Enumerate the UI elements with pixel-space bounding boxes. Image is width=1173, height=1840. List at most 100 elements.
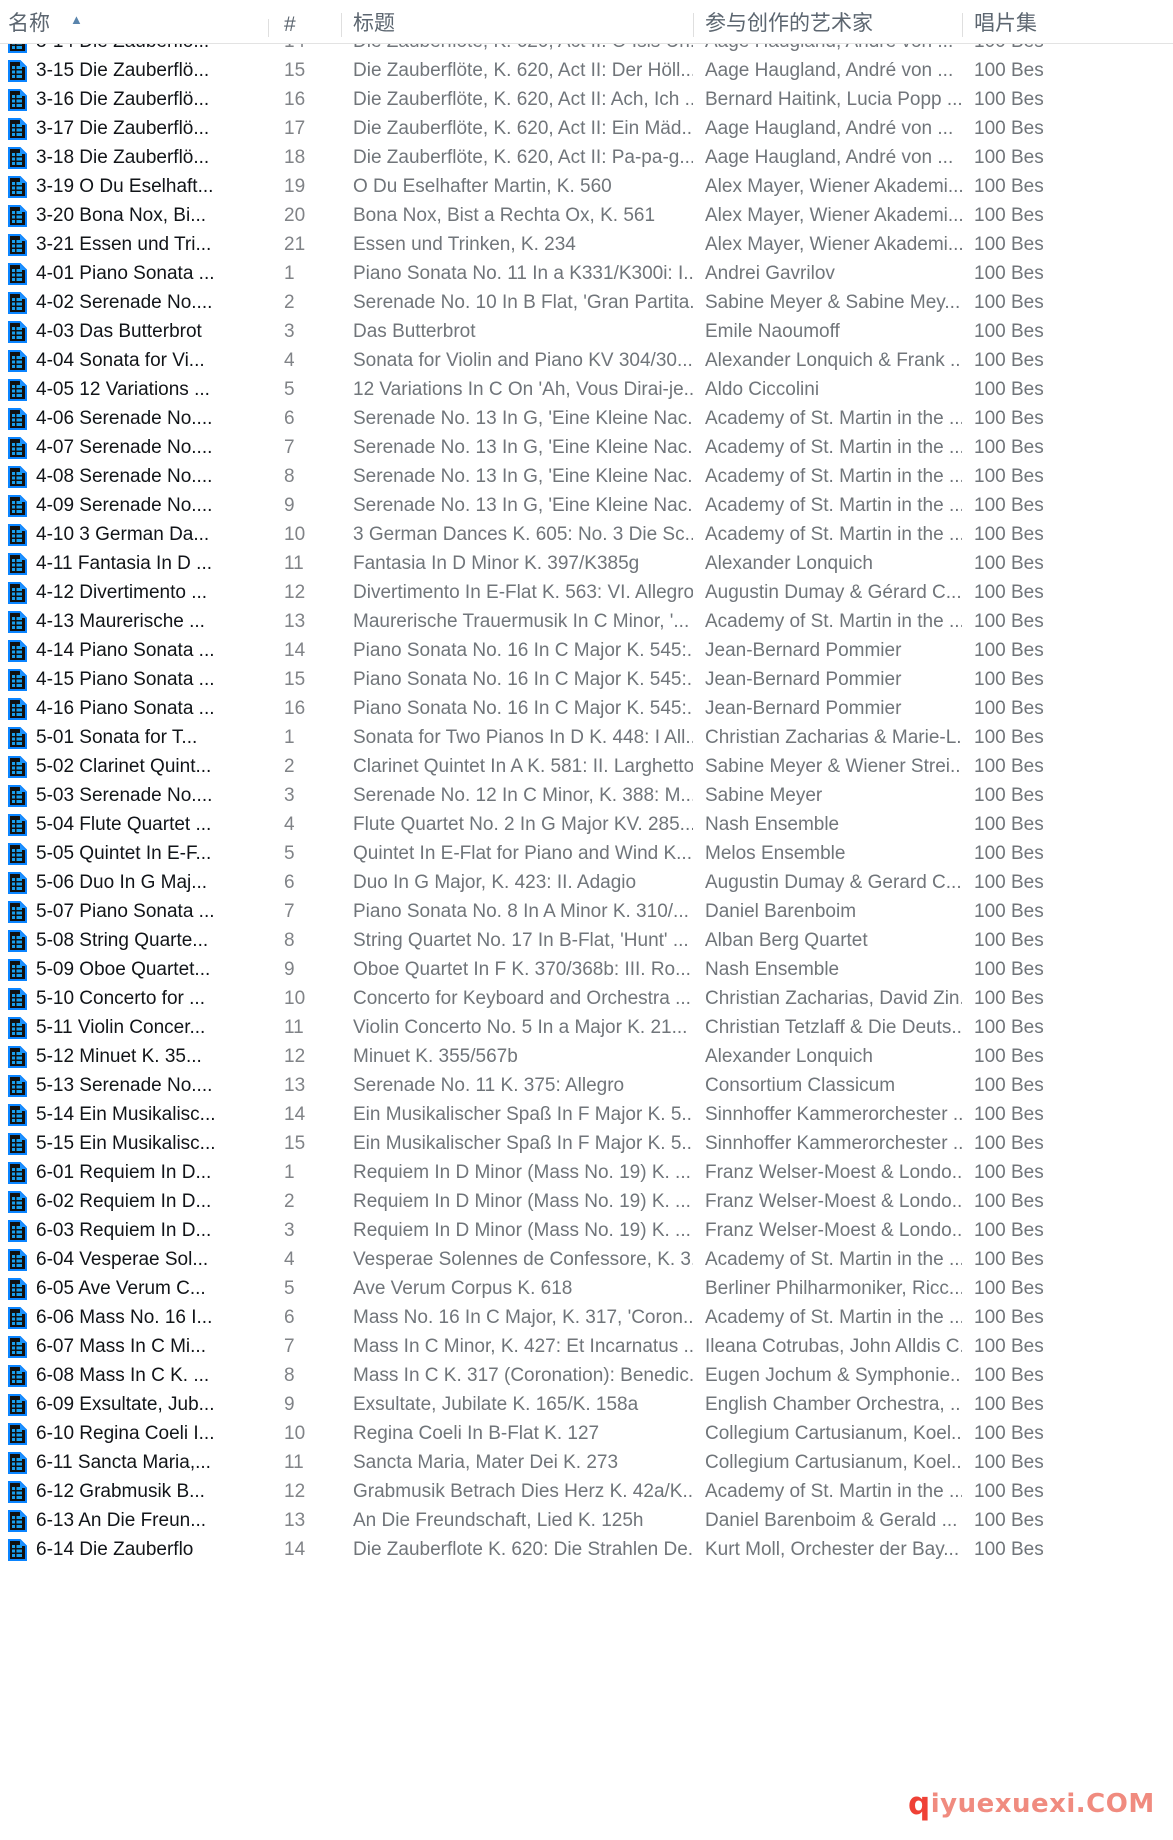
table-row[interactable]: 6-02 Requiem In D... 2 Requiem In D Minor …: [0, 1187, 1173, 1216]
table-row[interactable]: 3-18 Die Zauberflö... 18 Die Zauberflöte, …: [0, 143, 1173, 172]
cell-contributing-artists: Sabine Meyer & Wiener Strei...: [705, 755, 962, 777]
cell-album: 100 Bes: [962, 44, 1173, 53]
cell-name: 6-05 Ave Verum C...: [0, 1277, 268, 1300]
table-row[interactable]: 4-01 Piano Sonata ... 1 Piano Sonata No. 1…: [0, 259, 1173, 288]
table-row[interactable]: 4-12 Divertimento ... 12 Divertimento In E…: [0, 578, 1173, 607]
cell-title: Bona Nox, Bist a Rechta Ox, K. 561: [353, 204, 656, 226]
cell-title: Die Zauberflöte, K. 620, Act II: Der Höl…: [353, 59, 693, 81]
table-row[interactable]: 5-04 Flute Quartet ... 4 Flute Quartet No.…: [0, 810, 1173, 839]
cell-contributing-artists: Augustin Dumay & Gerard C...: [705, 871, 962, 893]
table-row[interactable]: 6-05 Ave Verum C... 5 Ave Verum Corpus K. …: [0, 1274, 1173, 1303]
table-row[interactable]: 5-15 Ein Musikalisc... 15 Ein Musikalische…: [0, 1129, 1173, 1158]
audio-file-icon: [8, 552, 27, 575]
table-row[interactable]: 3-20 Bona Nox, Bi... 20 Bona Nox, Bist a R…: [0, 201, 1173, 230]
column-header-name[interactable]: 名称 ▲: [0, 7, 268, 43]
table-row[interactable]: 5-11 Violin Concer... 11 Violin Concerto N…: [0, 1013, 1173, 1042]
cell-title: Piano Sonata No. 16 In C Major K. 545:..…: [353, 639, 693, 661]
table-row[interactable]: 4-08 Serenade No.... 8 Serenade No. 13 In …: [0, 462, 1173, 491]
cell-name: 3-18 Die Zauberflö...: [0, 146, 268, 169]
cell-track-number: 9: [284, 958, 295, 980]
cell-album: 100 Bes: [974, 900, 1044, 922]
column-header-track-number[interactable]: #: [268, 13, 341, 43]
table-row[interactable]: 5-08 String Quarte... 8 String Quartet No.…: [0, 926, 1173, 955]
cell-name-label: 6-08 Mass In C K. ...: [36, 1364, 210, 1386]
table-row[interactable]: 3-17 Die Zauberflö... 17 Die Zauberflöte, …: [0, 114, 1173, 143]
table-row[interactable]: 4-16 Piano Sonata ... 16 Piano Sonata No. …: [0, 694, 1173, 723]
cell-name-label: 3-20 Bona Nox, Bi...: [36, 204, 207, 226]
cell-name-label: 4-08 Serenade No....: [36, 465, 213, 487]
cell-title: Oboe Quartet In F K. 370/368b: III. Ro..…: [353, 958, 691, 980]
cell-track-number: 5: [284, 1277, 295, 1299]
cell-track-number: 16: [284, 88, 306, 110]
table-row[interactable]: 6-01 Requiem In D... 1 Requiem In D Minor …: [0, 1158, 1173, 1187]
cell-album: 100 Bes: [974, 204, 1044, 226]
table-row[interactable]: 6-10 Regina Coeli I... 10 Regina Coeli In …: [0, 1419, 1173, 1448]
cell-album: 100 Bes: [974, 987, 1044, 1009]
column-header-album[interactable]: 唱片集: [962, 7, 1173, 43]
column-header-title[interactable]: 标题: [341, 7, 693, 43]
table-row[interactable]: 6-09 Exsultate, Jub... 9 Exsultate, Jubila…: [0, 1390, 1173, 1419]
audio-file-icon: [8, 1422, 27, 1445]
table-row[interactable]: 3-16 Die Zauberflö... 16 Die Zauberflöte, …: [0, 85, 1173, 114]
table-row[interactable]: 5-10 Concerto for ... 10 Concerto for Keyb…: [0, 984, 1173, 1013]
table-row[interactable]: 5-12 Minuet K. 35... 12 Minuet K. 355/567b…: [0, 1042, 1173, 1071]
cell-track-number: 14: [284, 1538, 306, 1560]
cell-name-label: 6-06 Mass No. 16 I...: [36, 1306, 213, 1328]
table-row[interactable]: 4-11 Fantasia In D ... 11 Fantasia In D Mi…: [0, 549, 1173, 578]
table-row[interactable]: 5-06 Duo In G Maj... 6 Duo In G Major, K. …: [0, 868, 1173, 897]
table-row[interactable]: 5-05 Quintet In E-F... 5 Quintet In E-Flat…: [0, 839, 1173, 868]
table-row[interactable]: 3-15 Die Zauberflö... 15 Die Zauberflöte, …: [0, 56, 1173, 85]
cell-contributing-artists: Christian Zacharias, David Zin...: [705, 987, 962, 1009]
table-row[interactable]: 3-14 Die Zauberflo... 14Die Zauberflöte, …: [0, 44, 1173, 56]
table-row[interactable]: 4-07 Serenade No.... 7 Serenade No. 13 In …: [0, 433, 1173, 462]
table-row[interactable]: 3-19 O Du Eselhaft... 19 O Du Eselhafter M…: [0, 172, 1173, 201]
table-row[interactable]: 4-15 Piano Sonata ... 15 Piano Sonata No. …: [0, 665, 1173, 694]
table-row[interactable]: 5-14 Ein Musikalisc... 14 Ein Musikalische…: [0, 1100, 1173, 1129]
cell-album: 100 Bes: [974, 1451, 1044, 1473]
cell-album: 100 Bes: [974, 88, 1044, 110]
cell-track-number: 11: [284, 1016, 304, 1038]
table-row[interactable]: 4-13 Maurerische ... 13 Maurerische Trauer…: [0, 607, 1173, 636]
table-row[interactable]: 3-21 Essen und Tri... 21 Essen und Trinken…: [0, 230, 1173, 259]
table-row[interactable]: 6-07 Mass In C Mi... 7 Mass In C Minor, K.…: [0, 1332, 1173, 1361]
file-list[interactable]: 3-14 Die Zauberflo...14Die Zauberflöte, …: [0, 44, 1173, 1840]
table-row[interactable]: 4-05 12 Variations ... 5 12 Variations In …: [0, 375, 1173, 404]
table-row[interactable]: 4-10 3 German Da... 10 3 German Dances K. …: [0, 520, 1173, 549]
table-row[interactable]: 5-09 Oboe Quartet... 9 Oboe Quartet In F K…: [0, 955, 1173, 984]
audio-file-icon: [8, 900, 27, 923]
audio-file-icon: [8, 1132, 27, 1155]
table-row[interactable]: 5-02 Clarinet Quint... 2 Clarinet Quintet …: [0, 752, 1173, 781]
table-row[interactable]: 5-13 Serenade No.... 13 Serenade No. 11 K.…: [0, 1071, 1173, 1100]
table-row[interactable]: 6-08 Mass In C K. ... 8 Mass In C K. 317 (…: [0, 1361, 1173, 1390]
cell-track-number: 10: [284, 987, 306, 1009]
file-list-window: 名称 ▲ # 标题 参与创作的艺术家 唱片集 3-14 Die Zauberfl…: [0, 0, 1173, 1840]
cell-name-label: 6-03 Requiem In D...: [36, 1219, 212, 1241]
table-row[interactable]: 4-06 Serenade No.... 6 Serenade No. 13 In …: [0, 404, 1173, 433]
column-header-contributing-artists[interactable]: 参与创作的艺术家: [693, 7, 962, 43]
table-row[interactable]: 5-01 Sonata for T... 1 Sonata for Two Pian…: [0, 723, 1173, 752]
table-row[interactable]: 6-13 An Die Freun... 13 An Die Freundschaf…: [0, 1506, 1173, 1535]
table-row[interactable]: 4-14 Piano Sonata ... 14 Piano Sonata No. …: [0, 636, 1173, 665]
audio-file-icon: [8, 146, 27, 169]
table-row[interactable]: 5-03 Serenade No.... 3 Serenade No. 12 In …: [0, 781, 1173, 810]
table-row[interactable]: 6-14 Die Zauberflo 14 Die Zauberflote K. 6…: [0, 1535, 1173, 1564]
table-row[interactable]: 4-03 Das Butterbrot 3 Das Butterbrot Emile …: [0, 317, 1173, 346]
cell-album: 100 Bes: [974, 262, 1044, 284]
cell-album: 100 Bes: [974, 1190, 1044, 1212]
table-row[interactable]: 6-11 Sancta Maria,... 11 Sancta Maria, Mat…: [0, 1448, 1173, 1477]
cell-album: 100 Bes: [974, 610, 1044, 632]
cell-title: Grabmusik Betrach Dies Herz K. 42a/K....: [353, 1480, 693, 1502]
cell-album: 100 Bes: [974, 1016, 1044, 1038]
cell-album: 100 Bes: [974, 1364, 1044, 1386]
table-row[interactable]: 5-07 Piano Sonata ... 7 Piano Sonata No. 8…: [0, 897, 1173, 926]
table-row[interactable]: 4-02 Serenade No.... 2 Serenade No. 10 In …: [0, 288, 1173, 317]
table-row[interactable]: 6-03 Requiem In D... 3 Requiem In D Minor …: [0, 1216, 1173, 1245]
table-row[interactable]: 4-09 Serenade No.... 9 Serenade No. 13 In …: [0, 491, 1173, 520]
cell-contributing-artists: Aage Haugland, André von ...: [705, 59, 954, 81]
table-row[interactable]: 6-06 Mass No. 16 I... 6 Mass No. 16 In C M…: [0, 1303, 1173, 1332]
table-row[interactable]: 6-12 Grabmusik B... 12 Grabmusik Betrach D…: [0, 1477, 1173, 1506]
cell-title: Violin Concerto No. 5 In a Major K. 21..…: [353, 1016, 688, 1038]
table-row[interactable]: 4-04 Sonata for Vi... 4 Sonata for Violin …: [0, 346, 1173, 375]
cell-contributing-artists: Ileana Cotrubas, John Alldis C...: [705, 1335, 962, 1357]
table-row[interactable]: 6-04 Vesperae Sol... 4 Vesperae Solennes d…: [0, 1245, 1173, 1274]
